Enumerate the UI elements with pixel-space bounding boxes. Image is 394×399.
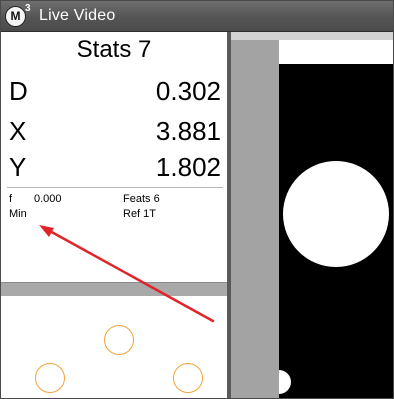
readout-value-y: 1.802 bbox=[155, 152, 221, 182]
m3-logo-icon: M 3 bbox=[5, 3, 31, 27]
video-partial-circle bbox=[279, 370, 291, 394]
feature-circle[interactable] bbox=[35, 363, 65, 393]
readout-x: X 3.881 bbox=[1, 116, 225, 152]
readout-label-x: X bbox=[9, 116, 27, 146]
live-video-view[interactable] bbox=[231, 32, 393, 398]
stats-title: Stats 7 bbox=[76, 36, 152, 63]
ref-label: Ref 1T bbox=[123, 208, 157, 220]
min-label: Min bbox=[9, 208, 27, 220]
readout-label-d: D bbox=[9, 76, 28, 106]
stats-divider bbox=[7, 187, 223, 188]
f-value: 0.000 bbox=[34, 193, 62, 205]
feature-circle[interactable] bbox=[104, 325, 134, 355]
window-title: Live Video bbox=[39, 7, 116, 24]
video-edge-strip bbox=[231, 40, 279, 398]
readout-d: D 0.302 bbox=[1, 76, 225, 112]
title-bar[interactable]: M 3 Live Video bbox=[1, 1, 393, 32]
logo-letter: M bbox=[5, 6, 26, 27]
feats-count: Feats 6 bbox=[123, 193, 160, 205]
video-bright-band bbox=[279, 40, 393, 64]
video-hole-circle bbox=[283, 161, 389, 267]
readout-y: Y 1.802 bbox=[1, 152, 225, 188]
feature-circle[interactable] bbox=[173, 363, 203, 393]
readout-value-d: 0.302 bbox=[155, 76, 221, 106]
panel-splitter[interactable] bbox=[1, 282, 227, 296]
stats-panel: Stats 7 D 0.302 X 3.881 Y 1.802 f 0.000 … bbox=[1, 32, 227, 282]
live-video-window: M 3 Live Video Stats 7 D 0.302 X 3.881 Y… bbox=[0, 0, 394, 399]
logo-superscript: 3 bbox=[25, 3, 31, 14]
readout-label-y: Y bbox=[9, 152, 27, 182]
video-image[interactable] bbox=[279, 64, 393, 398]
feature-view[interactable] bbox=[1, 296, 227, 398]
f-label: f bbox=[9, 193, 13, 205]
readout-value-x: 3.881 bbox=[155, 116, 221, 146]
